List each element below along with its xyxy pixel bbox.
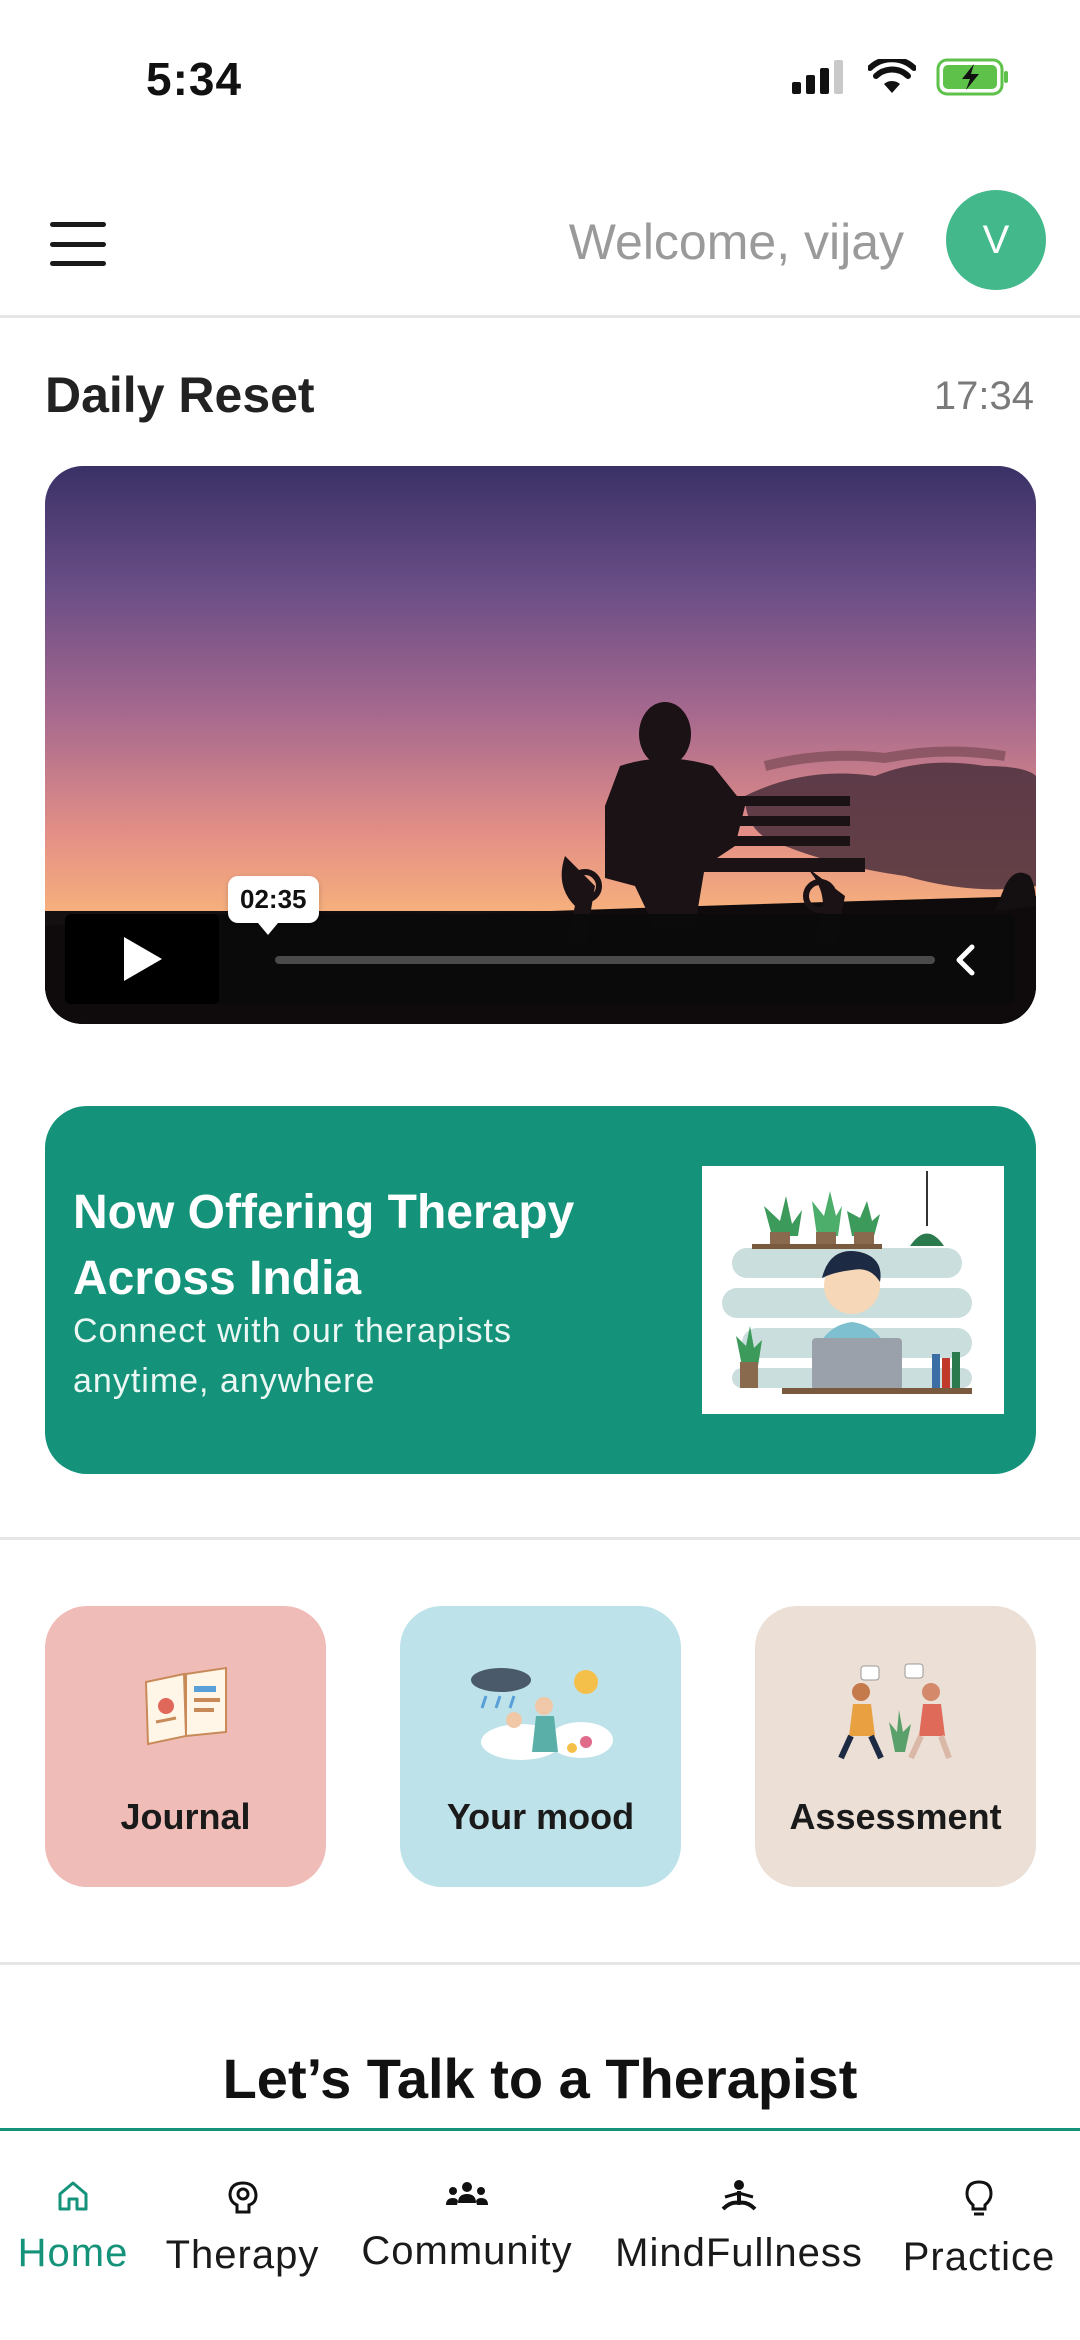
daily-reset-title: Daily Reset: [45, 367, 315, 423]
home-icon: [58, 2181, 88, 2211]
video-controls: [65, 914, 1015, 1004]
meditation-icon: [721, 2180, 757, 2211]
signal-icon: [792, 60, 843, 94]
therapist-illustration: [702, 1166, 1004, 1414]
assessment-label: Assessment: [789, 1796, 1002, 1837]
video-progress-track[interactable]: [275, 956, 935, 964]
your-mood-tile[interactable]: Your mood: [400, 1606, 681, 1887]
nav-home-label: Home: [17, 2231, 129, 2275]
play-icon: [124, 937, 162, 981]
nav-therapy[interactable]: Therapy: [160, 2179, 325, 2278]
video-player[interactable]: [45, 466, 1036, 1024]
status-bar: 5:34: [0, 0, 1080, 150]
nav-community[interactable]: Community: [352, 2179, 582, 2274]
divider: [0, 1962, 1080, 1965]
bottom-nav: Home Therapy Community MindFullness Prac…: [0, 2128, 1080, 2340]
status-icons: [792, 58, 1010, 96]
video-time-tooltip: 02:35: [228, 876, 319, 935]
divider: [0, 1537, 1080, 1540]
community-icon: [446, 2182, 488, 2205]
assessment-tile[interactable]: Assessment: [755, 1606, 1036, 1887]
hamburger-menu-icon[interactable]: [50, 222, 106, 266]
daily-reset-time: 17:34: [933, 374, 1034, 418]
battery-charging-icon: [936, 58, 1008, 96]
status-time: 5:34: [146, 53, 243, 105]
journal-label: Journal: [120, 1796, 251, 1837]
wifi-icon: [868, 59, 916, 93]
nav-mindfullness[interactable]: MindFullness: [608, 2179, 870, 2276]
nav-community-label: Community: [361, 2229, 573, 2273]
banner-title: Now Offering Therapy Across India: [73, 1186, 575, 1305]
journal-icon: [144, 1666, 227, 1746]
nav-home[interactable]: Home: [8, 2179, 138, 2276]
banner-subtitle: Connect with our therapists anytime, any…: [73, 1312, 512, 1400]
lightbulb-icon: [965, 2180, 993, 2216]
nav-practice-label: Practice: [902, 2235, 1056, 2279]
assessment-icon: [837, 1663, 952, 1760]
app-header: Welcome, vijay V: [0, 180, 1080, 318]
nav-therapy-label: Therapy: [165, 2233, 320, 2277]
your-mood-label: Your mood: [446, 1796, 635, 1837]
chevron-left-icon[interactable]: [945, 940, 985, 980]
journal-tile[interactable]: Journal: [45, 1606, 326, 1887]
mood-icon: [470, 1668, 613, 1760]
avatar[interactable]: V: [946, 190, 1046, 290]
welcome-text: Welcome, vijay: [568, 214, 904, 270]
talk-to-therapist-heading: Let’s Talk to a Therapist: [222, 2047, 858, 2110]
nav-mindfullness-label: MindFullness: [615, 2231, 863, 2275]
nav-practice[interactable]: Practice: [890, 2179, 1068, 2280]
brain-icon: [227, 2181, 258, 2214]
therapy-banner[interactable]: Now Offering Therapy Across India Connec…: [45, 1106, 1036, 1474]
play-button[interactable]: [65, 914, 219, 1004]
